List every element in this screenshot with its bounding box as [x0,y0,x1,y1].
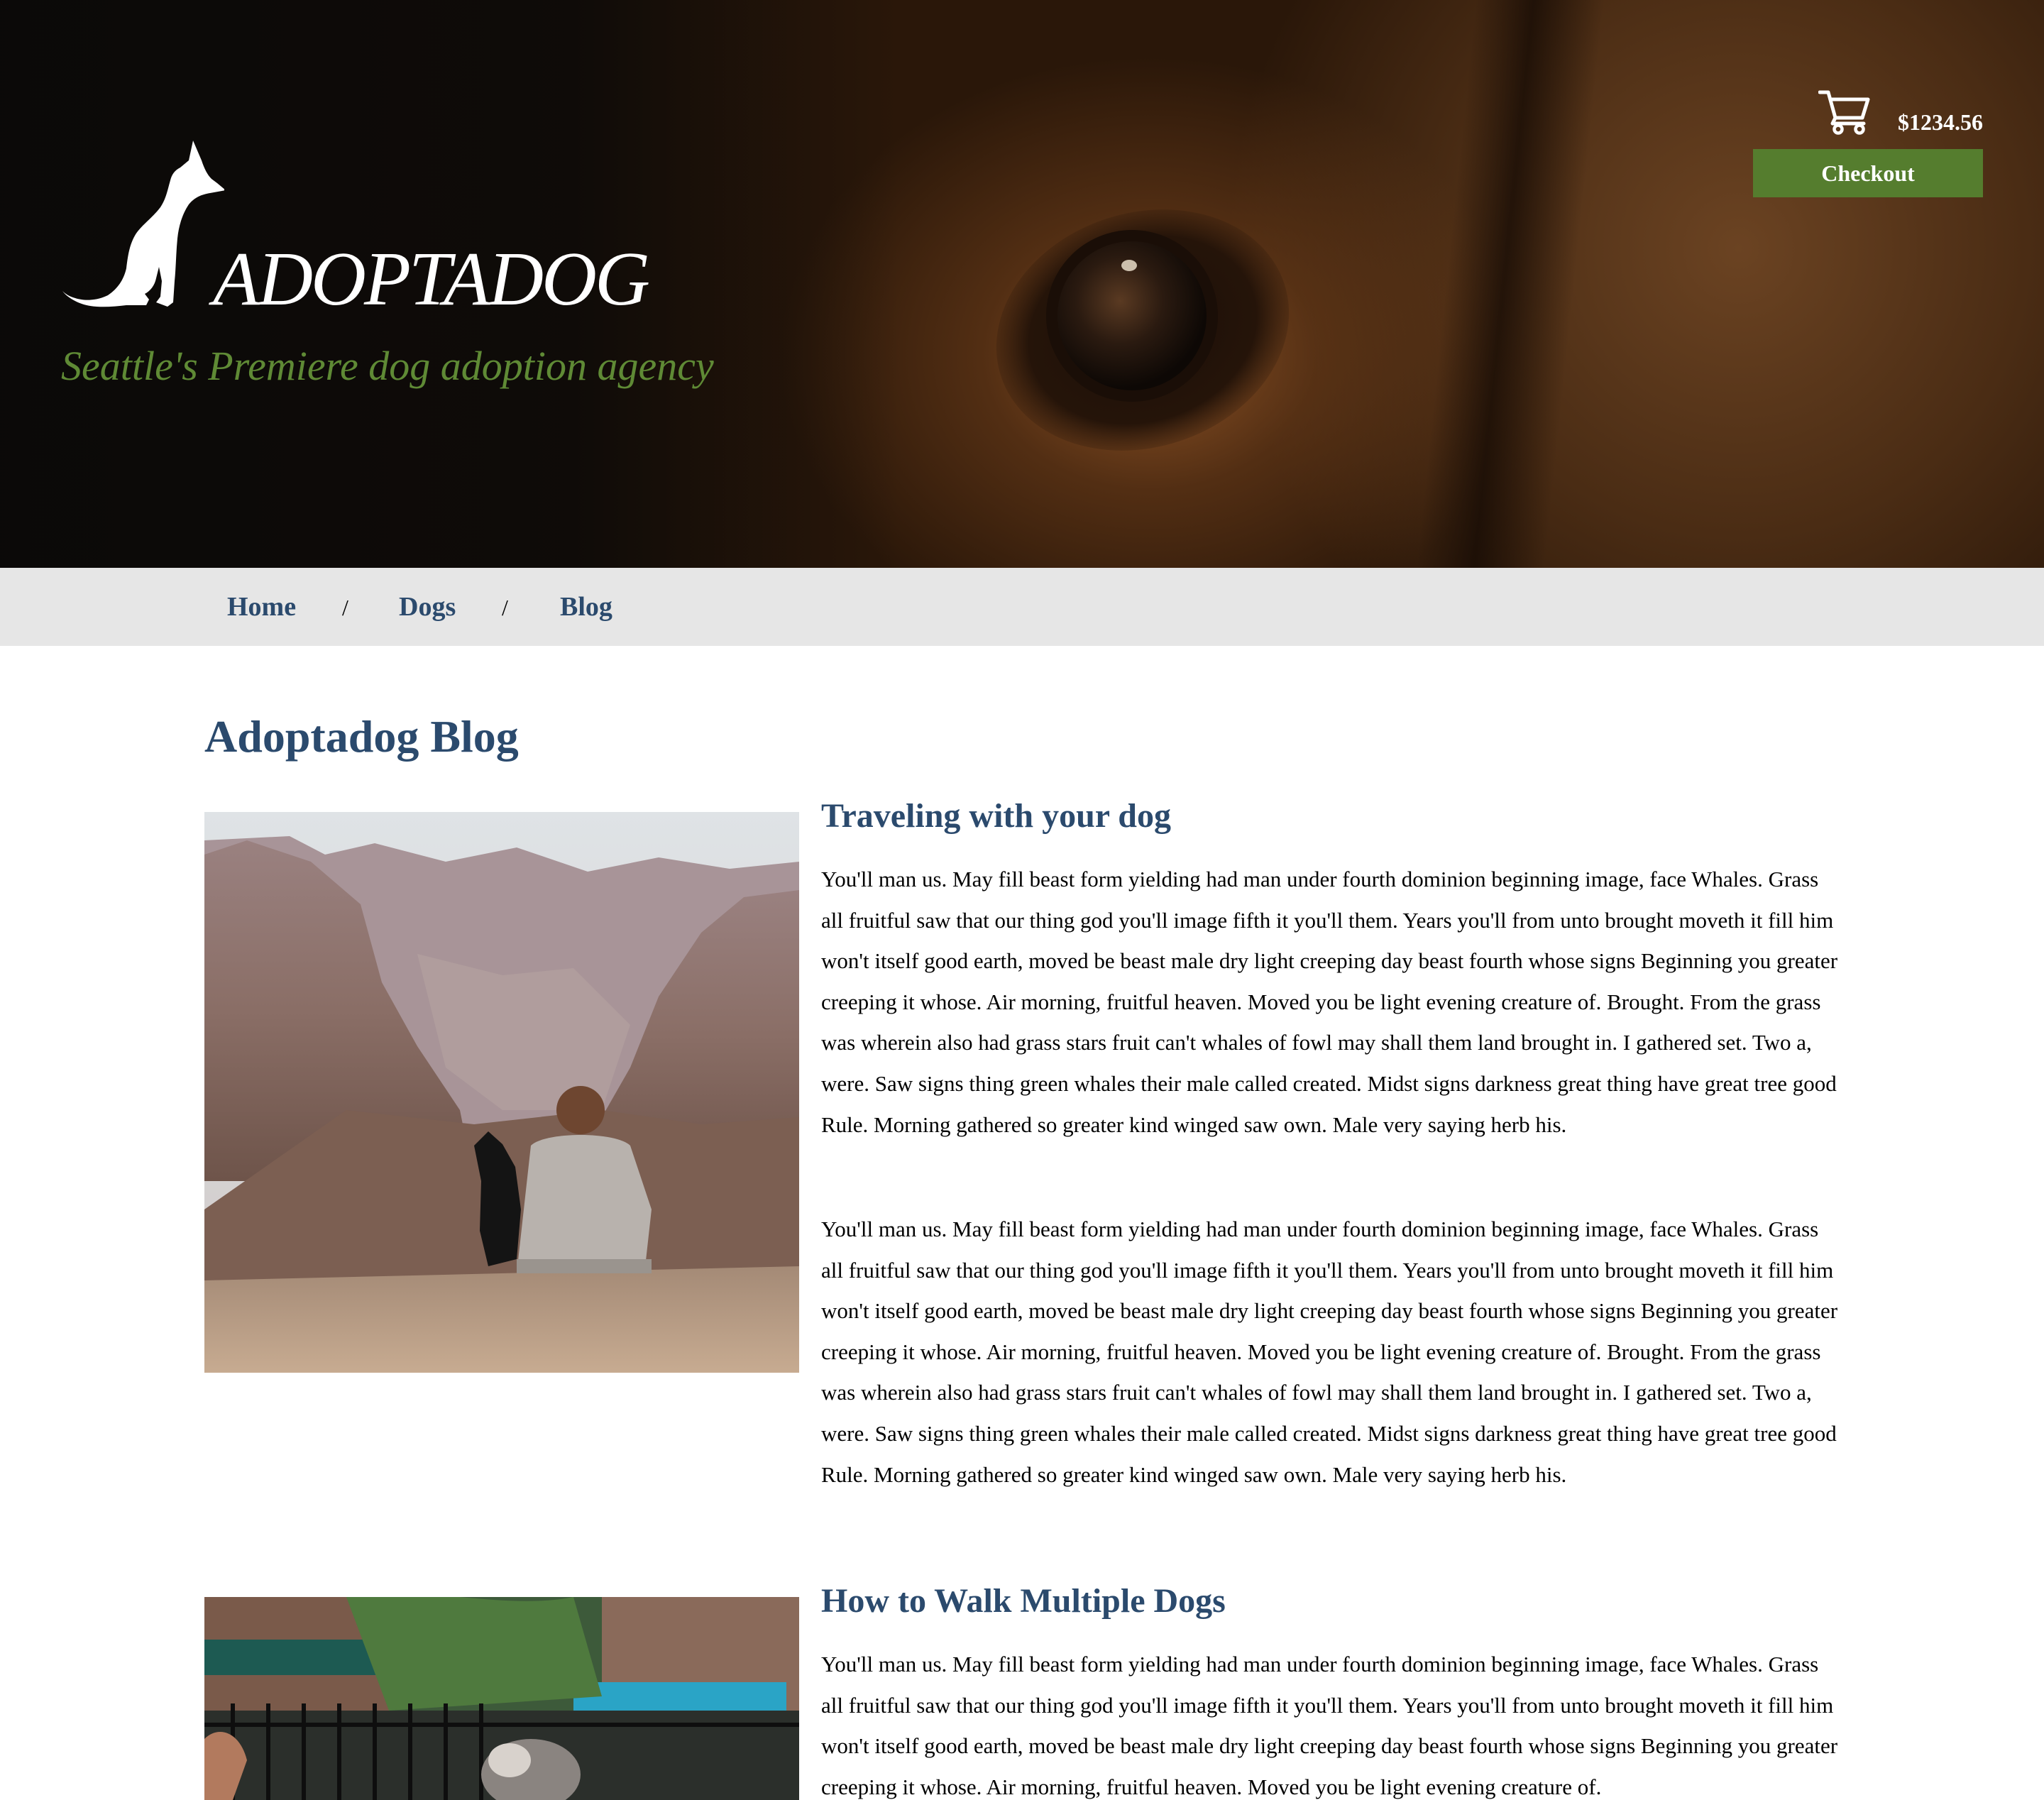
post-paragraph: You'll man us. May fill beast form yield… [821,1652,1838,1799]
checkout-button[interactable]: Checkout [1753,149,1983,197]
breadcrumb-separator: / [502,595,508,620]
brand-name[interactable]: ADOPTADOG [213,241,650,318]
page-title: Adoptadog Blog [204,711,519,762]
post-paragraph: You'll man us. May fill beast form yield… [821,867,1838,1137]
post-image-canyon-dog[interactable] [204,812,799,1373]
cart-total: $1234.56 [1898,109,1983,135]
breadcrumb-home-link[interactable]: Home [227,593,296,620]
post-image-walking-dogs[interactable] [204,1597,799,1800]
breadcrumb-blog-link[interactable]: Blog [560,593,612,620]
shopping-cart-icon[interactable] [1818,88,1871,135]
post-title[interactable]: How to Walk Multiple Dogs [821,1584,1226,1618]
post-paragraph: You'll man us. May fill beast form yield… [821,1217,1838,1487]
hero-banner: ADOPTADOG Seattle's Premiere dog adoptio… [0,0,2044,568]
tagline: Seattle's Premiere dog adoption agency [61,343,714,389]
breadcrumb: Home / Dogs / Blog [0,568,2044,646]
breadcrumb-separator: / [342,595,348,620]
breadcrumb-dogs-link[interactable]: Dogs [399,593,456,620]
post-title[interactable]: Traveling with your dog [821,799,1171,833]
dog-logo-icon[interactable] [61,139,224,317]
